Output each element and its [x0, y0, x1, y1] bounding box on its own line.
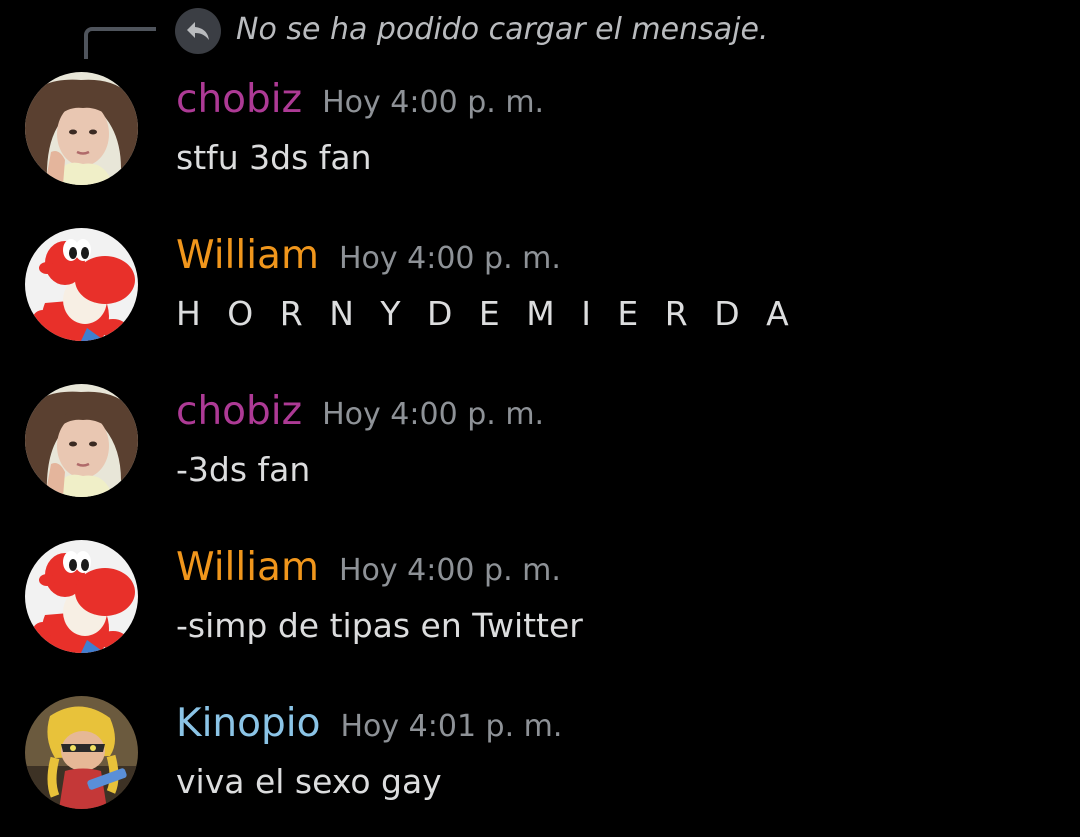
- message-header: William Hoy 4:00 p. m.: [176, 232, 561, 280]
- username[interactable]: William: [176, 232, 319, 280]
- timestamp: Hoy 4:00 p. m.: [322, 85, 545, 120]
- reply-preview[interactable]: No se ha podido cargar el mensaje.: [0, 0, 1080, 70]
- username[interactable]: chobiz: [176, 76, 302, 124]
- message-content: viva el sexo gay: [176, 762, 442, 801]
- username[interactable]: William: [176, 544, 319, 592]
- reply-arrow-icon: [175, 8, 221, 54]
- message-header: Kinopio Hoy 4:01 p. m.: [176, 700, 562, 748]
- message-header: William Hoy 4:00 p. m.: [176, 544, 561, 592]
- red-yoshi-avatar[interactable]: [25, 540, 138, 653]
- message-content: H O R N Y D E M I E R D A: [176, 294, 797, 333]
- reply-connector-line: [84, 27, 156, 59]
- reply-error-text: No se ha podido cargar el mensaje.: [236, 12, 769, 47]
- message-header: chobiz Hoy 4:00 p. m.: [176, 388, 544, 436]
- message-content: -simp de tipas en Twitter: [176, 606, 583, 645]
- timestamp: Hoy 4:00 p. m.: [338, 553, 561, 588]
- message-item[interactable]: Kinopio Hoy 4:01 p. m. viva el sexo gay: [0, 696, 1080, 836]
- message-item[interactable]: William Hoy 4:00 p. m. -simp de tipas en…: [0, 540, 1080, 680]
- timestamp: Hoy 4:00 p. m.: [322, 397, 545, 432]
- username[interactable]: chobiz: [176, 388, 302, 436]
- message-item[interactable]: chobiz Hoy 4:00 p. m. stfu 3ds fan: [0, 72, 1080, 212]
- username[interactable]: Kinopio: [176, 700, 320, 748]
- red-yoshi-avatar[interactable]: [25, 228, 138, 341]
- message-item[interactable]: chobiz Hoy 4:00 p. m. -3ds fan: [0, 384, 1080, 524]
- inkling-avatar[interactable]: [25, 696, 138, 809]
- timestamp: Hoy 4:00 p. m.: [338, 241, 561, 276]
- message-item[interactable]: William Hoy 4:00 p. m. H O R N Y D E M I…: [0, 228, 1080, 368]
- girl-avatar[interactable]: [25, 384, 138, 497]
- message-content: stfu 3ds fan: [176, 138, 372, 177]
- girl-avatar[interactable]: [25, 72, 138, 185]
- message-content: -3ds fan: [176, 450, 311, 489]
- timestamp: Hoy 4:01 p. m.: [340, 709, 563, 744]
- message-header: chobiz Hoy 4:00 p. m.: [176, 76, 544, 124]
